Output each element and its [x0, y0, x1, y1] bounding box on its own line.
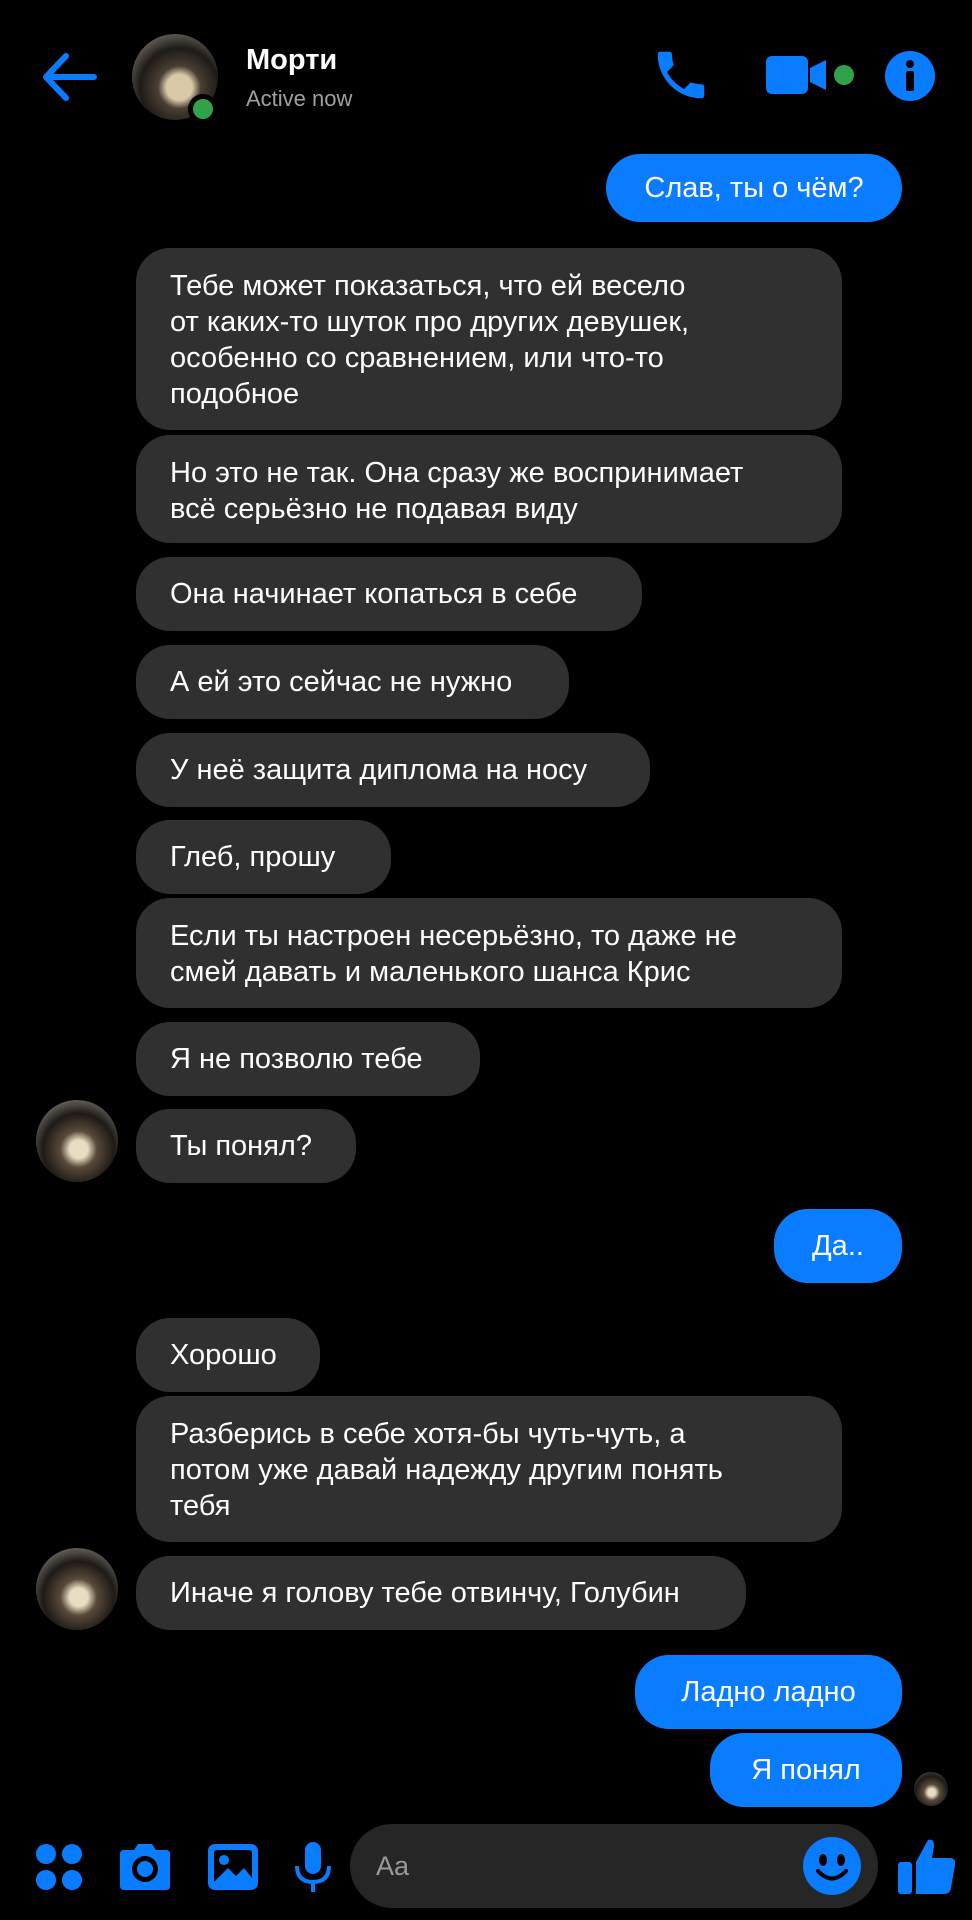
message-bubble-incoming[interactable]: Хорошо [136, 1318, 320, 1392]
contact-avatar-small[interactable] [36, 1548, 118, 1630]
message-bubble-incoming[interactable]: Тебе может показаться, что ей весело от … [136, 248, 842, 430]
contact-avatar-small[interactable] [36, 1100, 118, 1182]
message-input-container [350, 1824, 878, 1908]
info-icon[interactable] [884, 50, 936, 102]
message-bubble-incoming[interactable]: Разберись в себе хотя-бы чуть-чуть, а по… [136, 1396, 842, 1542]
contact-status: Active now [246, 86, 353, 111]
message-bubble-incoming[interactable]: А ей это сейчас не нужно [136, 645, 569, 719]
message-bubble-outgoing[interactable]: Да.. [774, 1209, 902, 1283]
message-bubble-incoming[interactable]: Иначе я голову тебе отвинчу, Голубин [136, 1556, 746, 1630]
online-status-dot [188, 94, 218, 124]
message-bubble-incoming[interactable]: Она начинает копаться в себе [136, 557, 642, 631]
gallery-icon[interactable] [204, 1838, 262, 1896]
message-bubble-outgoing[interactable]: Слав, ты о чём? [606, 154, 902, 222]
message-bubble-incoming[interactable]: Я не позволю тебе [136, 1022, 480, 1096]
message-bubble-incoming[interactable]: Но это не так. Она сразу же воспринимает… [136, 435, 842, 543]
emoji-icon[interactable] [802, 1836, 862, 1896]
message-bubble-outgoing[interactable]: Ладно ладно [635, 1655, 902, 1729]
message-bubble-incoming[interactable]: Ты понял? [136, 1109, 356, 1183]
phone-icon[interactable] [650, 44, 712, 106]
video-camera-icon[interactable] [764, 52, 860, 98]
message-bubble-incoming[interactable]: Глеб, прошу [136, 820, 391, 894]
message-bubble-incoming[interactable]: Если ты настроен несерьёзно, то даже не … [136, 898, 842, 1008]
thumbs-up-icon[interactable] [896, 1834, 958, 1898]
apps-grid-icon[interactable] [30, 1838, 88, 1896]
conversation-header: Морти Active now [0, 0, 972, 150]
contact-name[interactable]: Морти [246, 44, 337, 77]
camera-icon[interactable] [116, 1838, 174, 1896]
seen-receipt-avatar [914, 1772, 948, 1806]
message-bubble-incoming[interactable]: У неё защита диплома на носу [136, 733, 650, 807]
message-bubble-outgoing[interactable]: Я понял [710, 1733, 902, 1807]
message-input[interactable] [376, 1824, 776, 1908]
microphone-icon[interactable] [284, 1838, 342, 1896]
back-arrow-icon[interactable] [40, 50, 98, 104]
